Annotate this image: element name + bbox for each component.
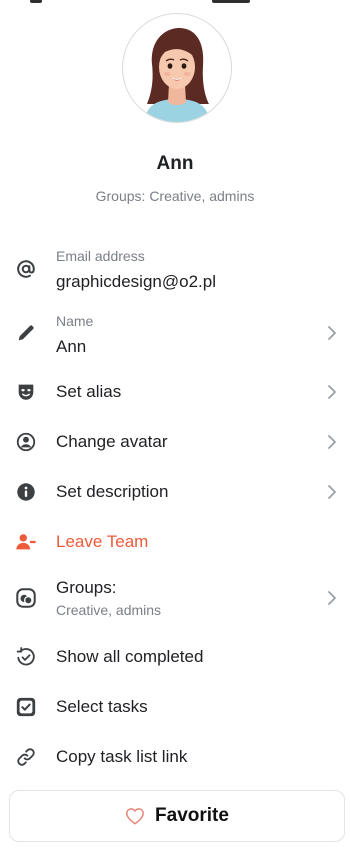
select-tasks-label: Select tasks [56,697,148,716]
heart-icon [126,808,144,825]
top-edge-segment [30,0,42,3]
groups-row[interactable]: Groups: Creative, admins [0,576,350,622]
groups-value: Creative, admins [56,602,162,618]
chevron-right-icon [326,384,338,400]
top-edge-segment [212,0,250,3]
chevron-right-icon [326,590,338,606]
chevron-right-icon [326,484,338,500]
favorite-button[interactable]: Favorite [9,790,345,842]
groups-label: Groups: [56,578,117,597]
avatar-image [123,14,231,122]
leave-team-row[interactable]: Leave Team [0,526,350,558]
name-value: Ann [56,337,87,356]
chevron-right-icon [326,434,338,450]
favorite-label: Favorite [155,805,229,826]
email-value: graphicdesign@o2.pl [56,272,216,291]
show-completed-row[interactable]: Show all completed [0,641,350,673]
email-row[interactable]: Email address graphicdesign@o2.pl [0,246,350,296]
checkbox-icon [14,695,38,719]
copy-link-label: Copy task list link [56,747,188,766]
link-icon [14,745,38,769]
name-label: Name [56,313,94,329]
set-alias-row[interactable]: Set alias [0,376,350,408]
user-minus-icon [14,530,38,554]
change-avatar-row[interactable]: Change avatar [0,426,350,458]
profile-groups: Groups: Creative, admins [95,188,255,204]
set-description-row[interactable]: Set description [0,476,350,508]
groups-icon [14,586,38,610]
pencil-icon [14,321,38,345]
user-circle-icon [14,430,38,454]
show-completed-label: Show all completed [56,647,204,666]
name-row[interactable]: Name Ann [0,311,350,361]
at-icon [14,257,38,281]
avatar[interactable] [122,13,232,123]
select-tasks-row[interactable]: Select tasks [0,691,350,723]
mask-icon [14,380,38,404]
profile-name: Ann [156,153,194,174]
chevron-right-icon [326,325,338,341]
set-description-label: Set description [56,482,169,501]
copy-link-row[interactable]: Copy task list link [0,741,350,773]
top-edge [0,0,350,4]
leave-team-label: Leave Team [56,532,149,551]
info-icon [14,480,38,504]
set-alias-label: Set alias [56,382,122,401]
history-check-icon [14,645,38,669]
email-label: Email address [56,248,145,264]
change-avatar-label: Change avatar [56,432,168,451]
